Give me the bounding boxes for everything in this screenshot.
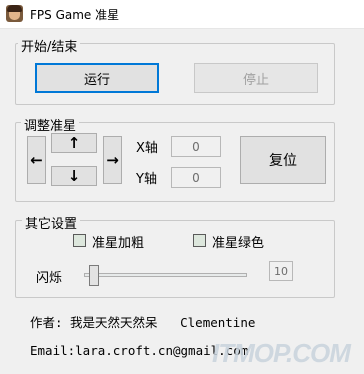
blink-label: 闪烁 xyxy=(36,271,63,286)
move-down-button[interactable]: ↓ xyxy=(51,166,97,186)
title-bar[interactable]: FPS Game 准星 xyxy=(0,0,364,29)
avatar-portrait-icon xyxy=(6,5,23,22)
move-left-button[interactable]: ← xyxy=(27,136,46,184)
control-group-title: 开始/结束 xyxy=(18,36,81,55)
window-title: FPS Game 准星 xyxy=(30,8,120,22)
author-line: 作者: 我是天然天然呆 Clementine xyxy=(30,315,256,330)
green-crosshair-label[interactable]: 准星绿色 xyxy=(212,232,264,251)
site-watermark: ITMOP.COM xyxy=(212,338,351,368)
y-axis-label: Y轴 xyxy=(136,172,157,187)
other-settings-title: 其它设置 xyxy=(22,213,81,232)
bold-crosshair-checkbox[interactable] xyxy=(73,234,86,247)
x-axis-value: 0 xyxy=(171,136,221,157)
move-right-button[interactable]: → xyxy=(103,136,122,184)
y-axis-value: 0 xyxy=(171,167,221,188)
blink-slider-track[interactable] xyxy=(84,273,247,277)
bold-crosshair-label[interactable]: 准星加粗 xyxy=(92,232,144,251)
move-up-button[interactable]: ↑ xyxy=(51,133,97,153)
stop-button[interactable]: 停止 xyxy=(194,63,318,93)
adjust-group-title: 调整准星 xyxy=(21,115,80,134)
green-crosshair-checkbox[interactable] xyxy=(193,234,206,247)
reset-button[interactable]: 复位 xyxy=(240,136,326,184)
run-button[interactable]: 运行 xyxy=(35,63,159,93)
x-axis-label: X轴 xyxy=(136,141,158,156)
blink-slider-thumb[interactable] xyxy=(89,265,99,286)
blink-value-box: 10 xyxy=(269,261,293,281)
